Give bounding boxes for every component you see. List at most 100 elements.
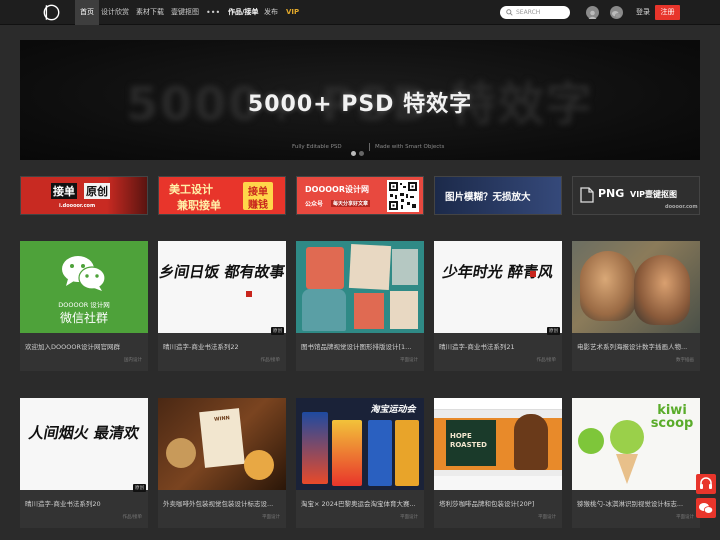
original-badge: 原创: [133, 484, 146, 492]
wechat-icon[interactable]: [610, 6, 623, 19]
carousel-dot-2[interactable]: [359, 151, 364, 156]
card-thumb-text: 淘宝运动会: [370, 405, 416, 415]
ad-banner-cutout[interactable]: PNG VIP壹键抠图 doooor.com: [572, 176, 700, 215]
card-title[interactable]: 晴川造字-商业书法系列21: [439, 341, 557, 351]
card-thumbnail[interactable]: 淘宝运动会: [296, 398, 424, 490]
card-thumbnail[interactable]: 人间烟火 最清欢: [20, 398, 148, 490]
content-card[interactable]: kiwi scoop 猕猴桃勺-冰淇淋识别视觉设计标志... 平面设计: [572, 398, 700, 528]
card-title[interactable]: 淘宝× 2024巴黎奥运会淘宝体育大赛...: [301, 498, 419, 508]
card-thumbnail[interactable]: HOPE ROASTED: [434, 398, 562, 490]
carousel-dot-1[interactable]: [351, 151, 356, 156]
ad-2-line2: 兼职接单: [177, 199, 221, 212]
content-card[interactable]: 电影艺术系列海报设计数字插画人物... 数字插画: [572, 241, 700, 371]
seal-stamp: [530, 271, 536, 277]
content-card[interactable]: 人间烟火 最清欢 原创 晴川造字-商业书法系列20 作品/接单: [20, 398, 148, 528]
ad-3-line1: DOOOOR设计网: [305, 185, 370, 194]
notification-icon[interactable]: [586, 6, 599, 19]
ad-1-line2: 原创: [84, 183, 110, 199]
card-thumbnail[interactable]: 少年时光 醉青风: [434, 241, 562, 333]
wechat-float-button[interactable]: [696, 498, 716, 518]
content-card[interactable]: DOOOOR 设计网 微信社群 欢迎加入DOOOOR设计网官网群 国内设计: [20, 241, 148, 371]
card-category[interactable]: 平面设计: [262, 514, 280, 520]
nav-item-materials[interactable]: 素材下载: [136, 0, 164, 25]
card-category[interactable]: 平面设计: [538, 514, 556, 520]
card-thumbnail[interactable]: DOOOOR 设计网 微信社群: [20, 241, 148, 333]
logo-icon[interactable]: [43, 4, 60, 21]
search-box[interactable]: [500, 6, 570, 19]
ad-5-line1: PNG: [598, 187, 625, 200]
ad-banner-wechat-account[interactable]: DOOOOR设计网 公众号 每天分享好文章: [296, 176, 424, 215]
content-card[interactable]: WINN 外卖咖啡外包装视觉包装设计标志设... 平面设计: [158, 398, 286, 528]
content-card[interactable]: 淘宝运动会 淘宝× 2024巴黎奥运会淘宝体育大赛... 平面设计: [296, 398, 424, 528]
wechat-icon: [699, 503, 714, 514]
seal-stamp: [246, 291, 252, 297]
login-link[interactable]: 登录: [636, 0, 650, 25]
card-category[interactable]: 作品/接单: [260, 357, 280, 363]
original-badge: 原创: [271, 327, 284, 335]
hero-banner[interactable]: 5000+ PSD 特效字 5000+ PSD 特效字 Fully Editab…: [20, 40, 700, 160]
file-icon: [580, 187, 594, 203]
headset-icon: [700, 477, 712, 489]
card-category[interactable]: 平面设计: [400, 514, 418, 520]
ad-2-tag2: 赚钱: [248, 200, 268, 211]
ad-2-line1: 美工设计: [169, 183, 213, 196]
card-thumb-text: HOPE ROASTED: [450, 432, 487, 449]
search-icon: [506, 9, 513, 16]
card-thumbnail[interactable]: [296, 241, 424, 333]
card-title[interactable]: 晴川造字-商业书法系列22: [163, 341, 281, 351]
content-card[interactable]: HOPE ROASTED 塔利莎咖啡品牌和包装设计[20P] 平面设计: [434, 398, 562, 528]
card-thumb-text: 人间烟火 最清欢: [27, 424, 141, 442]
card-category[interactable]: 平面设计: [676, 514, 694, 520]
hero-divider: [369, 143, 370, 151]
search-input[interactable]: [516, 7, 566, 18]
ad-1-line1: 接单: [51, 183, 77, 199]
card-category[interactable]: 国内设计: [124, 357, 142, 363]
card-thumb-text: 少年时光 醉青风: [441, 263, 555, 281]
ad-5-line2: VIP壹键抠图: [630, 190, 678, 199]
content-card[interactable]: 少年时光 醉青风 原创 晴川造字-商业书法系列21 作品/接单: [434, 241, 562, 371]
card-category[interactable]: 作品/接单: [122, 514, 142, 520]
ad-3-line2: 公众号: [305, 201, 324, 208]
card-title[interactable]: 塔利莎咖啡品牌和包装设计[20P]: [439, 498, 557, 508]
card-thumbnail[interactable]: WINN: [158, 398, 286, 490]
hero-subtitle-right: Made with Smart Objects: [375, 144, 445, 150]
customer-service-button[interactable]: [696, 474, 716, 494]
card-thumb-text: 微信社群: [59, 311, 108, 325]
wechat-logo-icon: [62, 256, 106, 291]
content-card[interactable]: 图书馆品牌视觉设计图形排版设计[1... 平面设计: [296, 241, 424, 371]
card-thumb-text: kiwi scoop: [650, 403, 694, 431]
card-thumbnail[interactable]: kiwi scoop: [572, 398, 700, 490]
nav-item-more[interactable]: •••: [206, 0, 220, 25]
register-button[interactable]: 注册: [655, 5, 680, 20]
card-thumb-text: 乡间日饭 都有故事: [158, 263, 286, 281]
card-title[interactable]: 电影艺术系列海报设计数字插画人物...: [577, 341, 695, 351]
card-thumbnail[interactable]: [572, 241, 700, 333]
top-navigation: 首页 设计欣赏 素材下载 壹键抠图 ••• 作品/接单 发布 VIP 登录 注册: [0, 0, 720, 25]
ad-banner-original[interactable]: 接单 原创 i.doooor.com: [20, 176, 148, 215]
card-category[interactable]: 数字插画: [676, 357, 694, 363]
card-title[interactable]: 晴川造字-商业书法系列20: [25, 498, 143, 508]
ad-banner-upscale[interactable]: 图片模糊？无损放大: [434, 176, 562, 215]
card-category[interactable]: 平面设计: [400, 357, 418, 363]
ad-4-line1: 图片模糊？无损放大: [445, 192, 531, 203]
qr-code-icon: [387, 180, 419, 212]
ad-1-sub: i.doooor.com: [59, 203, 96, 209]
nav-item-home[interactable]: 首页: [75, 0, 99, 25]
card-thumbnail[interactable]: 乡间日饭 都有故事: [158, 241, 286, 333]
card-category[interactable]: 作品/接单: [536, 357, 556, 363]
nav-item-cutout[interactable]: 壹键抠图: [171, 0, 199, 25]
nav-item-design[interactable]: 设计欣赏: [101, 0, 129, 25]
content-card[interactable]: 乡间日饭 都有故事 原创 晴川造字-商业书法系列22 作品/接单: [158, 241, 286, 371]
card-thumb-brand: DOOOOR 设计网: [58, 301, 110, 309]
hero-subtitle-left: Fully Editable PSD: [292, 144, 342, 150]
nav-item-vip[interactable]: VIP: [286, 0, 299, 25]
ad-banner-freelance[interactable]: 美工设计 兼职接单 接单 赚钱: [158, 176, 286, 215]
card-title[interactable]: 外卖咖啡外包装视觉包装设计标志设...: [163, 498, 281, 508]
original-badge: 原创: [547, 327, 560, 335]
hero-title: 5000+ PSD 特效字: [247, 92, 473, 117]
card-title[interactable]: 欢迎加入DOOOOR设计网官网群: [25, 341, 143, 351]
card-title[interactable]: 图书馆品牌视觉设计图形排版设计[1...: [301, 341, 419, 351]
card-title[interactable]: 猕猴桃勺-冰淇淋识别视觉设计标志...: [577, 498, 695, 508]
nav-item-publish[interactable]: 发布: [264, 0, 278, 25]
nav-item-works[interactable]: 作品/接单: [228, 0, 259, 25]
